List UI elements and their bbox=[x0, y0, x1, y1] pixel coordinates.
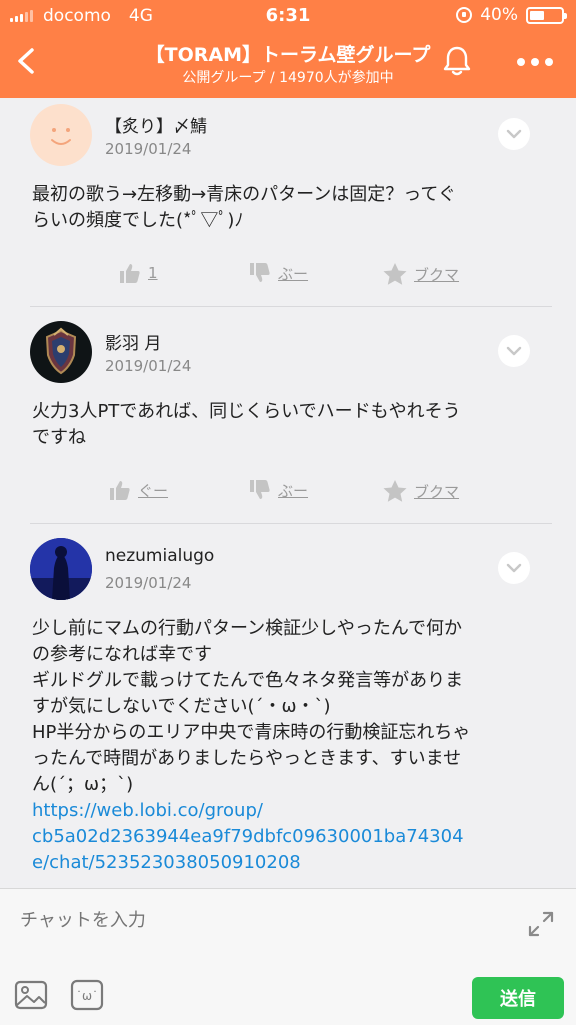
post-date: 2019/01/24 bbox=[105, 140, 192, 158]
post-menu-button[interactable] bbox=[498, 552, 530, 584]
expand-icon[interactable] bbox=[526, 909, 556, 939]
shield-emblem-icon bbox=[45, 327, 77, 375]
post-date: 2019/01/24 bbox=[105, 357, 192, 375]
chevron-down-icon bbox=[506, 346, 522, 356]
bell-icon[interactable] bbox=[440, 44, 474, 78]
battery-icon bbox=[526, 6, 567, 24]
bookmark-button[interactable]: ブクマ bbox=[382, 479, 459, 503]
avatar[interactable] bbox=[30, 538, 92, 600]
post-text: 火力3人PTであれば、同じくらいでハードもやれそう ですね bbox=[32, 401, 461, 448]
avatar[interactable] bbox=[30, 321, 92, 383]
post-actions: ぐー ぶー ブクマ bbox=[0, 479, 576, 509]
user-name[interactable]: 影羽 月 bbox=[105, 329, 161, 354]
post-menu-button[interactable] bbox=[498, 335, 530, 367]
bad-button[interactable]: ぶー bbox=[248, 262, 308, 284]
default-face-icon bbox=[51, 128, 71, 145]
chevron-down-icon bbox=[506, 129, 522, 139]
star-icon bbox=[383, 263, 407, 285]
post-actions: 1 ぶー ブクマ bbox=[0, 262, 576, 292]
group-subtitle: 公開グループ / 14970人が参加中 bbox=[182, 70, 394, 86]
good-button[interactable]: 1 bbox=[118, 262, 158, 284]
dark-figure-image bbox=[30, 538, 92, 600]
thumbs-up-icon bbox=[110, 481, 130, 500]
chat-post: nezumialugo 2019/01/24 少し前にマムの行動パターン検証少し… bbox=[0, 524, 576, 888]
battery-percent: 40% bbox=[480, 5, 518, 25]
emoji-icon[interactable]: ˙ω˙ bbox=[70, 979, 104, 1011]
thumbs-down-icon bbox=[250, 480, 270, 499]
group-title: 【TORAM】トーラム壁グループ bbox=[145, 44, 431, 66]
svg-text:˙ω˙: ˙ω˙ bbox=[76, 989, 98, 1003]
avatar[interactable] bbox=[30, 104, 92, 166]
chat-composer: ˙ω˙ 送信 bbox=[0, 888, 576, 1025]
status-bar: docomo 4G 6:31 40% bbox=[0, 0, 576, 32]
app-header: docomo 4G 6:31 40% 【TORAM】トーラム壁グループ 公開グル… bbox=[0, 0, 576, 98]
user-name[interactable]: nezumialugo bbox=[105, 546, 214, 566]
thumbs-down-icon bbox=[250, 263, 270, 282]
more-icon[interactable] bbox=[512, 52, 558, 72]
user-name[interactable]: 【炙り】〆鯖 bbox=[105, 112, 207, 137]
post-date: 2019/01/24 bbox=[105, 574, 192, 592]
bookmark-button[interactable]: ブクマ bbox=[382, 262, 459, 286]
image-icon[interactable] bbox=[14, 979, 48, 1011]
chevron-down-icon bbox=[506, 563, 522, 573]
chat-input[interactable] bbox=[20, 903, 500, 937]
rotation-lock-icon bbox=[456, 7, 473, 23]
thumbs-up-icon bbox=[120, 264, 140, 283]
post-text: 最初の歌う→左移動→青床のパターンは固定？ってぐ らいの頻度でした(*ﾟ▽ﾟ)ﾉ bbox=[32, 184, 456, 231]
chat-link[interactable]: https://web.lobi.co/group/ cb5a02d236394… bbox=[32, 798, 552, 876]
post-text: 少し前にマムの行動パターン検証少しやったんで何か の参考になれば幸です ギルドグ… bbox=[32, 616, 552, 876]
star-icon bbox=[383, 480, 407, 502]
post-menu-button[interactable] bbox=[498, 118, 530, 150]
chat-post: 【炙り】〆鯖 2019/01/24 最初の歌う→左移動→青床のパターンは固定？っ… bbox=[0, 98, 576, 308]
bad-button[interactable]: ぶー bbox=[248, 479, 308, 501]
send-button[interactable]: 送信 bbox=[472, 977, 564, 1019]
good-button[interactable]: ぐー bbox=[108, 479, 168, 501]
chat-post: 影羽 月 2019/01/24 火力3人PTであれば、同じくらいでハードもやれそ… bbox=[0, 307, 576, 525]
